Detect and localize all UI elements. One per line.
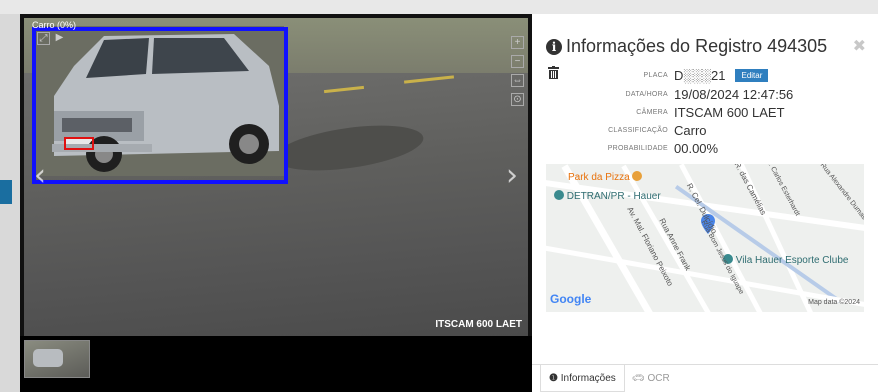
zoom-in-button[interactable]: + [511, 36, 524, 49]
field-camera: CÂMERA ITSCAM 600 LAET [532, 105, 872, 121]
field-datahora: DATA/HORA 19/08/2024 12:47:56 [532, 87, 872, 103]
capture-photo: Carro (0%) ⤢ ▶ + − ⇔ ⊙ ‹ › ITSCAM 600 LA… [24, 18, 528, 336]
google-logo: Google [550, 292, 592, 306]
map-poi-pizza[interactable]: Park da Pizza [568, 171, 643, 183]
car-icon: 🚗︎ [632, 373, 645, 384]
map-poi-vila[interactable]: Vila Hauer Esporte Clube [723, 254, 848, 266]
probabilidade-label: PROBABILIDADE [607, 145, 668, 152]
camera-name-overlay: ITSCAM 600 LAET [435, 319, 522, 330]
tab-ocr-label: OCR [647, 373, 670, 384]
panel-tabs: ❶ Informações 🚗︎ OCR [532, 364, 878, 392]
map-street-label: Rua Alexandre Dumas [818, 164, 864, 222]
map-poi-detran[interactable]: DETRAN/PR - Hauer [554, 190, 661, 202]
camera-label: CÂMERA [636, 109, 668, 116]
tab-info-label: Informações [560, 373, 616, 384]
vehicle-bounding-box [32, 27, 288, 184]
food-pin-icon [632, 171, 643, 181]
placa-label: PLACA [643, 72, 668, 79]
placa-text: D░░░21 [674, 68, 726, 83]
background-page-strip [0, 14, 20, 392]
datahora-label: DATA/HORA [625, 91, 668, 98]
placa-value: D░░░21 Editar [674, 68, 769, 83]
field-probabilidade: PROBABILIDADE 00.00% [532, 141, 872, 157]
probabilidade-value: 00.00% [674, 141, 719, 156]
datahora-value: 19/08/2024 12:47:56 [674, 87, 794, 102]
zoom-out-button[interactable]: − [511, 55, 524, 68]
top-bar [0, 0, 878, 14]
tab-informacoes[interactable]: ❶ Informações [540, 365, 625, 392]
thumbnail-strip [20, 336, 532, 392]
poi-vila-label: Vila Hauer Esporte Clube [735, 255, 849, 266]
record-info-panel: i Informações do Registro 494305 ✖ PLACA … [532, 14, 878, 392]
fullscreen-icon[interactable]: ⤢ [37, 32, 50, 45]
map-street-label: R. Carlos Esterhardt [764, 164, 801, 218]
play-icon[interactable]: ▶ [53, 32, 66, 45]
place-pin-icon [554, 190, 564, 200]
info-circle-icon: ❶ [549, 373, 558, 384]
location-map[interactable]: Park da Pizza DETRAN/PR - Hauer Vila Hau… [546, 164, 864, 312]
poi-detran-label: DETRAN/PR - Hauer [566, 191, 661, 202]
tab-ocr[interactable]: 🚗︎ OCR [624, 365, 678, 392]
view-icon[interactable]: ⊙ [511, 93, 524, 106]
panel-title-text: Informações do Registro 494305 [566, 36, 828, 56]
classification-overlay: Carro (0%) [32, 20, 77, 30]
info-icon: i [546, 39, 562, 55]
field-placa: PLACA D░░░21 Editar [532, 68, 872, 84]
fit-button[interactable]: ⇔ [511, 74, 524, 87]
classificacao-value: Carro [674, 123, 707, 138]
poi-pizza-label: Park da Pizza [568, 172, 630, 183]
thumbnail[interactable] [24, 340, 90, 378]
classificacao-label: CLASSIFICAÇÃO [608, 127, 668, 134]
map-attribution[interactable]: Map data ©2024 [808, 299, 860, 306]
previous-arrow-icon[interactable]: ‹ [34, 158, 46, 193]
edit-button[interactable]: Editar [735, 69, 769, 82]
thumbnail-car [33, 349, 63, 367]
app-frame: Carro (0%) ⤢ ▶ + − ⇔ ⊙ ‹ › ITSCAM 600 LA… [0, 0, 878, 392]
close-icon[interactable]: ✖ [853, 36, 866, 56]
image-viewer[interactable]: Carro (0%) ⤢ ▶ + − ⇔ ⊙ ‹ › ITSCAM 600 LA… [20, 14, 532, 392]
plate-bounding-box [64, 137, 94, 150]
field-classificacao: CLASSIFICAÇÃO Carro [532, 123, 872, 139]
camera-value: ITSCAM 600 LAET [674, 105, 785, 120]
panel-title: i Informações do Registro 494305 [546, 36, 827, 57]
background-accent [0, 180, 12, 204]
next-arrow-icon[interactable]: › [506, 158, 518, 193]
